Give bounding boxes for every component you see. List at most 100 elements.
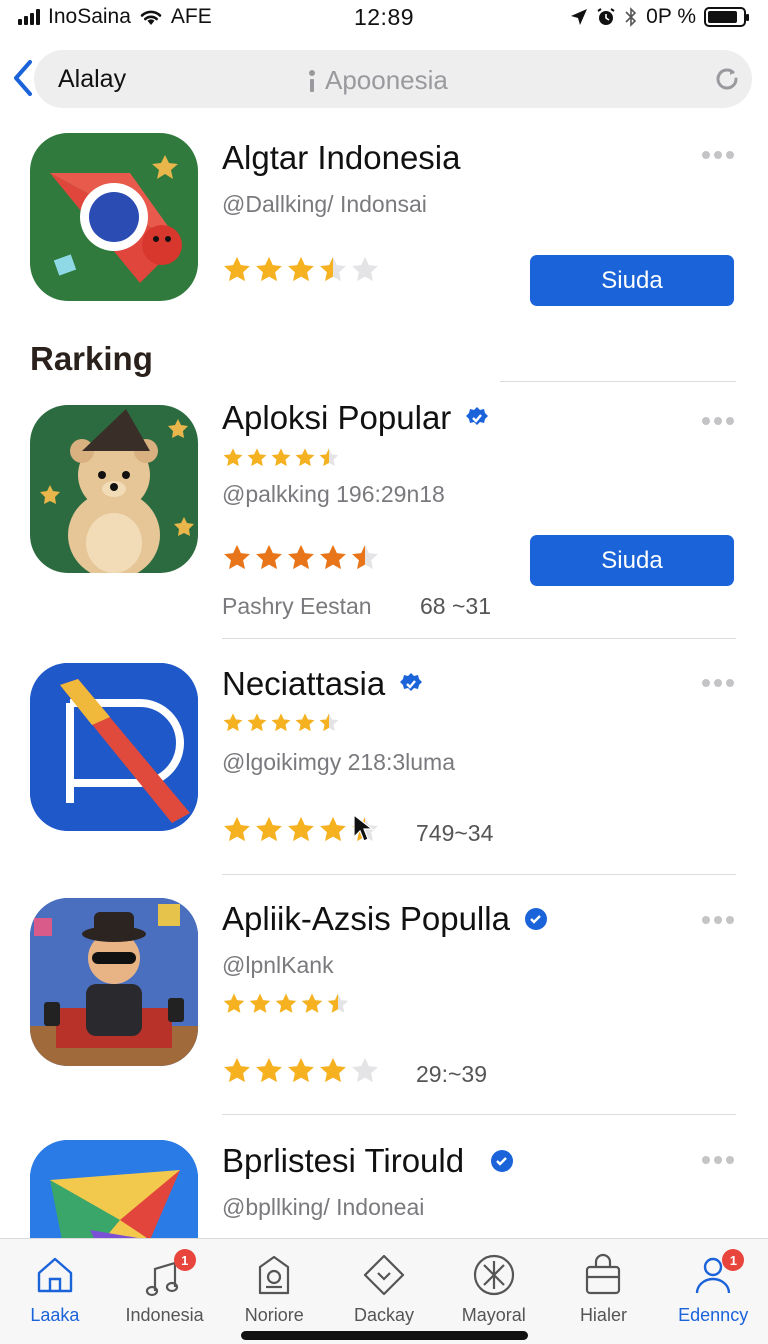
star-filled-icon	[271, 713, 291, 732]
star-half-icon	[319, 448, 339, 467]
app-icon-shapes[interactable]	[30, 1140, 198, 1238]
app-name[interactable]: Apliik-Azsis Populla	[222, 900, 548, 938]
app-name-text[interactable]: Aploksi Popular	[222, 399, 451, 437]
app-handle: @palkking 196:29n18	[222, 481, 445, 507]
tab-noriore[interactable]: Noriore	[219, 1239, 329, 1344]
divider	[222, 1114, 736, 1115]
tab-label: Indonesia	[125, 1305, 204, 1325]
more-options-icon[interactable]	[702, 916, 734, 924]
get-button[interactable]: Siuda	[530, 535, 734, 586]
network-label: AFE	[170, 5, 212, 28]
app-icon-map[interactable]	[30, 133, 198, 301]
star-filled-icon	[247, 448, 267, 467]
more-options-icon[interactable]	[702, 679, 734, 687]
app-icon-character[interactable]	[30, 898, 198, 1066]
back-chevron-icon[interactable]	[10, 58, 36, 98]
get-button[interactable]: Siuda	[530, 255, 734, 306]
editor-artwork	[30, 663, 198, 831]
search-field[interactable]: Apoonesia	[309, 65, 448, 96]
app-name-text[interactable]: Algtar Indonesia	[222, 139, 461, 177]
app-category: Pashry Eestan	[222, 593, 372, 619]
star-filled-icon	[223, 448, 243, 467]
app-row-4[interactable]: Bprlistesi Tirould @bpllking/ Indoneai	[0, 1140, 768, 1238]
star-rating-small	[222, 712, 340, 734]
wifi-icon	[140, 10, 162, 25]
star-filled-icon	[224, 544, 250, 570]
star-filled-icon	[320, 816, 346, 842]
app-icon-bear[interactable]	[30, 405, 198, 573]
app-name-text[interactable]: Apliik-Azsis Populla	[222, 900, 510, 938]
rating-count: 68 ~31	[420, 593, 491, 619]
app-name[interactable]: Aploksi Popular	[222, 399, 489, 437]
star-filled-icon	[224, 816, 250, 842]
star-rating-small	[222, 447, 340, 469]
battery-fill	[708, 11, 737, 23]
star-icon	[473, 1254, 514, 1296]
back-label[interactable]: Alalay	[58, 65, 126, 94]
tab-dackay[interactable]: Dackay	[329, 1239, 439, 1344]
app-row-1[interactable]: Aploksi Popular @palkking 196:29n18 Siud…	[0, 399, 768, 635]
more-options-icon[interactable]	[702, 417, 734, 425]
app-name[interactable]: Algtar Indonesia	[222, 139, 461, 177]
star-filled-icon	[224, 1057, 250, 1083]
star-half-icon	[352, 544, 378, 570]
more-options-icon[interactable]	[702, 1156, 734, 1164]
tab-hialer[interactable]: Hialer	[549, 1239, 659, 1344]
star-rating	[222, 543, 380, 573]
star-filled-icon	[295, 448, 315, 467]
divider	[500, 381, 736, 382]
search-value: Apoonesia	[325, 65, 448, 95]
refresh-icon[interactable]	[712, 64, 742, 94]
status-time: 12:89	[353, 3, 415, 30]
star-filled-icon	[247, 713, 267, 732]
app-row-3[interactable]: Apliik-Azsis Populla @lpnlKank 29:~39	[0, 898, 768, 1087]
tab-label: Noriore	[244, 1305, 304, 1325]
home-indicator[interactable]	[241, 1331, 528, 1340]
featured-app-row[interactable]: Algtar Indonesia @Dallking/ Indonsai Siu…	[0, 133, 768, 306]
app-name[interactable]: Neciattasia	[222, 665, 423, 703]
tab-label: Dackay	[354, 1305, 415, 1325]
home-icon	[37, 1257, 73, 1293]
star-filled-icon	[271, 448, 291, 467]
app-name-text[interactable]: Bprlistesi Tirould	[222, 1142, 464, 1180]
divider	[222, 638, 736, 639]
star-filled-icon	[256, 816, 282, 842]
status-left: InoSaina AFE	[18, 5, 212, 29]
star-filled-icon	[223, 993, 245, 1013]
tab-home[interactable]: Laaka	[0, 1239, 110, 1344]
app-name-text[interactable]: Neciattasia	[222, 665, 385, 703]
star-filled-icon	[288, 816, 314, 842]
star-filled-icon	[249, 993, 271, 1013]
cursor-icon	[353, 813, 374, 842]
search-bar[interactable]: Alalay Apoonesia	[34, 50, 752, 108]
status-bar: InoSaina AFE 12:89 0Ρ %	[0, 0, 768, 34]
verified-badge-icon	[400, 673, 423, 691]
battery-icon	[704, 7, 749, 27]
star-filled-icon	[301, 993, 323, 1013]
star-filled-icon	[223, 713, 243, 732]
tab-edenncy[interactable]: 1 Edenncy	[658, 1239, 768, 1344]
star-rating	[222, 1056, 380, 1086]
tag-icon	[259, 1255, 290, 1295]
more-options-icon[interactable]	[702, 151, 734, 159]
tab-mayoral[interactable]: Mayoral	[439, 1239, 549, 1344]
bag-icon	[586, 1253, 621, 1295]
tab-label: Hialer	[579, 1305, 627, 1325]
rating-count: 29:~39	[416, 1061, 487, 1087]
tab-indonesia[interactable]: 1 Indonesia	[110, 1239, 220, 1344]
divider	[222, 874, 736, 875]
star-filled-icon	[288, 544, 314, 570]
tab-label: Mayoral	[461, 1305, 526, 1325]
tab-label: Edenncy	[678, 1305, 749, 1325]
signal-icon	[18, 9, 40, 25]
star-filled-icon	[256, 256, 282, 282]
star-empty-icon	[352, 1057, 378, 1083]
compass-icon	[363, 1254, 405, 1296]
star-half-icon	[320, 256, 346, 282]
app-icon-editor[interactable]	[30, 663, 198, 831]
status-right: 0Ρ %	[570, 5, 749, 29]
bear-artwork	[40, 409, 194, 573]
star-rating	[222, 255, 380, 285]
app-row-2[interactable]: Neciattasia @lgoikimgy 218:3luma 749~34	[0, 663, 768, 846]
app-name[interactable]: Bprlistesi Tirould	[222, 1142, 514, 1180]
